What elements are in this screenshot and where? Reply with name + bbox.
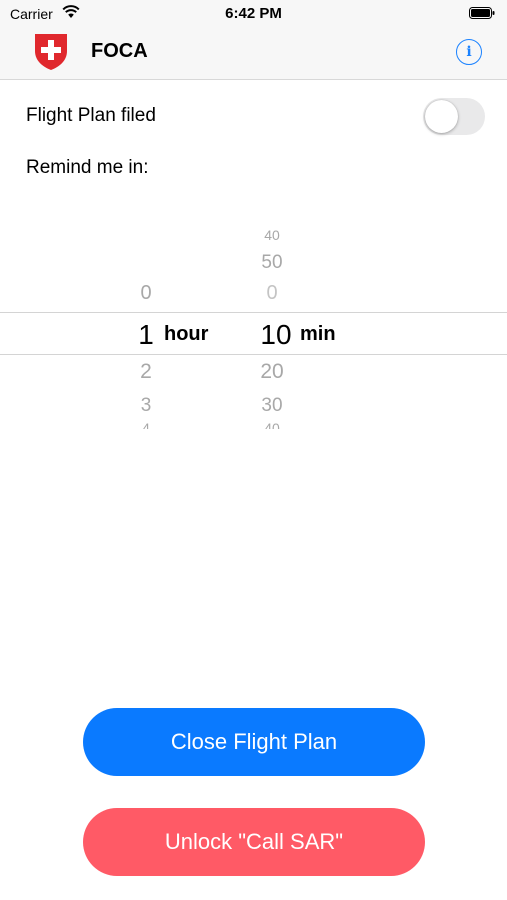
minute-option[interactable]: 20 bbox=[252, 360, 292, 384]
hour-option[interactable]: 4 bbox=[131, 420, 161, 429]
hour-option[interactable]: 2 bbox=[131, 360, 161, 384]
unlock-call-sar-button[interactable]: Unlock "Call SAR" bbox=[83, 808, 425, 876]
minute-option[interactable]: 40 bbox=[252, 227, 292, 241]
minute-selected[interactable]: 10 bbox=[254, 319, 298, 351]
hour-option[interactable]: 0 bbox=[131, 282, 161, 305]
status-time: 6:42 PM bbox=[225, 5, 282, 22]
navigation-bar: FOCA i bbox=[0, 28, 507, 80]
picker-selection-top-line bbox=[0, 312, 507, 313]
swiss-shield-icon bbox=[35, 34, 67, 70]
info-icon: i bbox=[466, 44, 472, 60]
remind-me-label: Remind me in: bbox=[26, 157, 149, 178]
minute-option[interactable]: 0 bbox=[252, 282, 292, 305]
toggle-knob bbox=[425, 100, 458, 133]
minute-option[interactable]: 40 bbox=[252, 420, 292, 429]
hour-option[interactable]: 3 bbox=[131, 395, 161, 417]
minute-option[interactable]: 30 bbox=[252, 395, 292, 417]
reminder-time-picker[interactable]: 0 1 2 3 4 40 50 0 10 20 30 40 hour min bbox=[0, 215, 507, 445]
close-flight-plan-button[interactable]: Close Flight Plan bbox=[83, 708, 425, 776]
flight-plan-label: Flight Plan filed bbox=[26, 105, 156, 126]
picker-selection-bottom-line bbox=[0, 354, 507, 355]
info-button[interactable]: i bbox=[456, 39, 482, 65]
status-bar: Carrier 6:42 PM bbox=[0, 0, 507, 28]
minute-option[interactable]: 50 bbox=[252, 252, 292, 274]
flight-plan-toggle[interactable] bbox=[423, 98, 485, 135]
app-title: FOCA bbox=[91, 40, 148, 62]
minute-unit-label: min bbox=[300, 323, 336, 345]
hour-unit-label: hour bbox=[164, 323, 209, 345]
battery-icon bbox=[469, 7, 495, 19]
hour-selected[interactable]: 1 bbox=[131, 319, 161, 351]
